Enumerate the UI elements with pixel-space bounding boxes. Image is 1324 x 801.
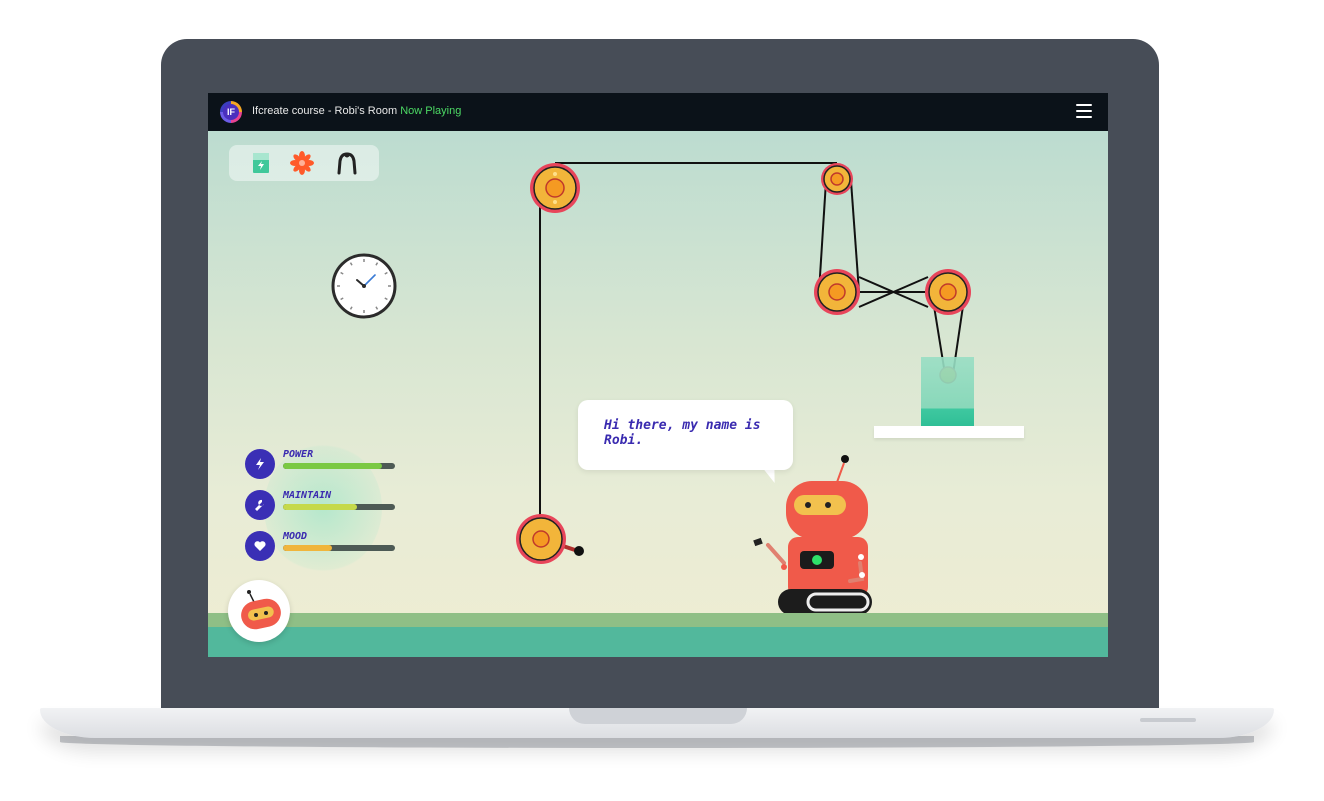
stat-label: POWER [283, 449, 314, 460]
stat-bar [283, 463, 395, 469]
stat-fill [283, 463, 382, 469]
logo-text: IF [223, 104, 239, 120]
top-bar: IF Ifcreate course - Robi's Room Now Pla… [208, 93, 1108, 131]
pulley-top-right[interactable] [821, 163, 853, 195]
game-scene: Hi there, my name is Robi. POWER MAINTAIN… [208, 131, 1108, 657]
pulley-middle-right[interactable] [925, 269, 971, 315]
water-glass[interactable] [921, 357, 974, 426]
stat-fill [283, 504, 357, 510]
stat-maintain: MAINTAIN [245, 490, 405, 522]
course-title: Ifcreate course - Robi's Room Now Playin… [252, 105, 461, 117]
wrench-icon [245, 490, 275, 520]
now-playing-label: Now Playing [400, 105, 462, 117]
lightning-icon [245, 449, 275, 479]
laptop-notch [569, 708, 747, 724]
robi-robot[interactable] [748, 453, 878, 623]
stat-bar [283, 504, 395, 510]
logo-icon: IF [220, 101, 242, 123]
stat-label: MOOD [283, 531, 308, 542]
pulley-middle-left[interactable] [814, 269, 860, 315]
game-screen: IF Ifcreate course - Robi's Room Now Pla… [208, 93, 1108, 657]
hamburger-menu-icon[interactable] [1076, 104, 1092, 118]
stat-bar [283, 545, 395, 551]
pulley-top-left[interactable] [530, 163, 580, 213]
stat-power: POWER [245, 449, 405, 481]
heart-icon [245, 531, 275, 561]
speech-text: Hi there, my name is Robi. [604, 418, 761, 448]
robot-avatar-button[interactable] [228, 580, 290, 642]
laptop-slot [1140, 718, 1196, 722]
pulley-bottom-crank[interactable] [516, 514, 566, 564]
stat-label: MAINTAIN [283, 490, 332, 501]
course-title-text: Ifcreate course - Robi's Room [252, 105, 398, 117]
ground [208, 627, 1108, 657]
robot-avatar-icon [241, 590, 281, 630]
stat-fill [283, 545, 333, 551]
wall-shelf [874, 426, 1024, 438]
stat-mood: MOOD [245, 531, 405, 563]
ground-strip [208, 613, 1108, 627]
